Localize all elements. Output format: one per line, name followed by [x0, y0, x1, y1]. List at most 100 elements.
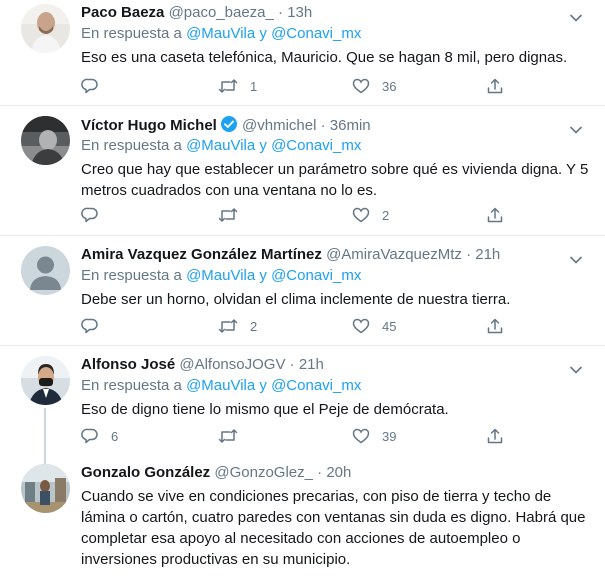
share-button[interactable]: [486, 204, 504, 226]
separator-dot: ·: [466, 246, 472, 263]
tweet-actions: 2: [81, 204, 511, 226]
timestamp[interactable]: 21h: [475, 246, 500, 263]
like-button[interactable]: 39: [352, 425, 396, 447]
reply-context: En respuesta a @MauVila y @Conavi_mx: [81, 376, 593, 396]
mention-link[interactable]: @MauVila: [186, 137, 255, 154]
display-name[interactable]: Víctor Hugo Michel: [81, 117, 217, 134]
timestamp[interactable]: 13h: [287, 4, 312, 21]
mention-link[interactable]: @Conavi_mx: [271, 25, 361, 42]
retweet-count: 1: [250, 78, 258, 94]
tweet[interactable]: Paco Baeza @paco_baeza_ · 13h En respues…: [0, 0, 605, 106]
like-icon: [352, 318, 370, 334]
chevron-down-icon[interactable]: [569, 122, 583, 140]
tweet-header: Paco Baeza @paco_baeza_ · 13h: [81, 3, 593, 23]
share-button[interactable]: [486, 75, 504, 97]
like-count: 36: [382, 78, 397, 94]
display-name[interactable]: Alfonso José: [81, 356, 175, 373]
tweet-header: Amira Vazquez González Martínez @AmiraVa…: [81, 245, 593, 265]
separator-dot: ·: [317, 464, 323, 481]
avatar[interactable]: [21, 116, 70, 165]
tweet[interactable]: Alfonso José @AlfonsoJOGV · 21h En respu…: [0, 346, 605, 458]
share-icon: [487, 318, 503, 334]
like-button[interactable]: 2: [352, 204, 389, 226]
reply-and: y: [259, 267, 267, 284]
avatar[interactable]: [21, 464, 70, 513]
mention-link[interactable]: @Conavi_mx: [271, 267, 361, 284]
share-button[interactable]: [486, 315, 504, 337]
reply-prefix: En respuesta a: [81, 137, 182, 154]
like-button[interactable]: 45: [352, 315, 396, 337]
user-handle[interactable]: @GonzoGlez_: [214, 464, 313, 481]
display-name[interactable]: Amira Vazquez González Martínez: [81, 246, 322, 263]
mention-link[interactable]: @MauVila: [186, 25, 255, 42]
timestamp[interactable]: 21h: [299, 356, 324, 373]
tweet[interactable]: Amira Vazquez González Martínez @AmiraVa…: [0, 236, 605, 346]
reply-context: En respuesta a @MauVila y @Conavi_mx: [81, 266, 593, 286]
share-icon: [487, 78, 503, 94]
tweet-text: Eso de digno tiene lo mismo que el Peje …: [81, 401, 449, 418]
retweet-button[interactable]: 1: [218, 75, 257, 97]
tweet-text: Eso es una caseta telefónica, Mauricio. …: [81, 49, 568, 66]
retweet-button[interactable]: [218, 425, 250, 447]
reply-icon: [81, 207, 98, 223]
tweet-actions: 6 39: [81, 425, 511, 447]
chevron-down-icon[interactable]: [569, 362, 583, 380]
chevron-down-icon[interactable]: [569, 10, 583, 28]
retweet-icon: [218, 79, 238, 93]
tweet[interactable]: Víctor Hugo Michel @vhmichel · 36min En …: [0, 106, 605, 236]
display-name[interactable]: Paco Baeza: [81, 4, 164, 21]
reply-context: En respuesta a @MauVila y @Conavi_mx: [81, 24, 593, 44]
retweet-icon: [218, 208, 238, 222]
tweet-text: Cuando se vive en condiciones precarias,…: [81, 488, 586, 568]
mention-link[interactable]: @Conavi_mx: [271, 377, 361, 394]
separator-dot: ·: [278, 4, 284, 21]
mention-link[interactable]: @MauVila: [186, 267, 255, 284]
thread-connector: [44, 408, 46, 458]
reply-button[interactable]: 6: [81, 425, 118, 447]
like-count: 2: [382, 207, 390, 223]
user-handle[interactable]: @AlfonsoJOGV: [179, 356, 285, 373]
reply-prefix: En respuesta a: [81, 25, 182, 42]
reply-prefix: En respuesta a: [81, 267, 182, 284]
user-handle[interactable]: @paco_baeza_: [169, 4, 274, 21]
separator-dot: ·: [289, 356, 295, 373]
tweet-text: Debe ser un horno, olvidan el clima incl…: [81, 291, 511, 308]
tweet[interactable]: Gonzalo González @GonzoGlez_ · 20h Cuand…: [0, 458, 605, 577]
reply-icon: [81, 78, 98, 94]
share-icon: [487, 428, 503, 444]
user-handle[interactable]: @AmiraVazquezMtz: [326, 246, 462, 263]
tweet-header: Alfonso José @AlfonsoJOGV · 21h: [81, 355, 593, 375]
reply-prefix: En respuesta a: [81, 377, 182, 394]
tweet-header: Víctor Hugo Michel @vhmichel · 36min: [81, 115, 593, 135]
reply-icon: [81, 428, 98, 444]
retweet-count: 2: [250, 318, 258, 334]
user-handle[interactable]: @vhmichel: [242, 117, 316, 134]
tweet-header: Gonzalo González @GonzoGlez_ · 20h: [81, 463, 593, 483]
avatar[interactable]: [21, 246, 70, 295]
reply-count: 6: [111, 428, 119, 444]
like-count: 39: [382, 428, 397, 444]
timestamp[interactable]: 36min: [330, 117, 371, 134]
mention-link[interactable]: @Conavi_mx: [271, 137, 361, 154]
tweet-text: Creo que hay que establecer un parámetro…: [81, 161, 589, 199]
like-button[interactable]: 36: [352, 75, 396, 97]
separator-dot: ·: [320, 117, 326, 134]
avatar[interactable]: [21, 4, 70, 53]
tweet-actions: 1 36: [81, 75, 511, 97]
timestamp[interactable]: 20h: [326, 464, 351, 481]
reply-icon: [81, 318, 98, 334]
retweet-button[interactable]: [218, 204, 250, 226]
retweet-button[interactable]: 2: [218, 315, 257, 337]
mention-link[interactable]: @MauVila: [186, 377, 255, 394]
reply-feed: Paco Baeza @paco_baeza_ · 13h En respues…: [0, 0, 605, 577]
reply-button[interactable]: [81, 204, 111, 226]
reply-button[interactable]: [81, 315, 111, 337]
avatar[interactable]: [21, 356, 70, 405]
like-icon: [352, 207, 370, 223]
chevron-down-icon[interactable]: [569, 252, 583, 270]
share-button[interactable]: [486, 425, 504, 447]
reply-button[interactable]: [81, 75, 111, 97]
retweet-icon: [218, 429, 238, 443]
tweet-actions: 2 45: [81, 315, 511, 337]
display-name[interactable]: Gonzalo González: [81, 464, 210, 481]
